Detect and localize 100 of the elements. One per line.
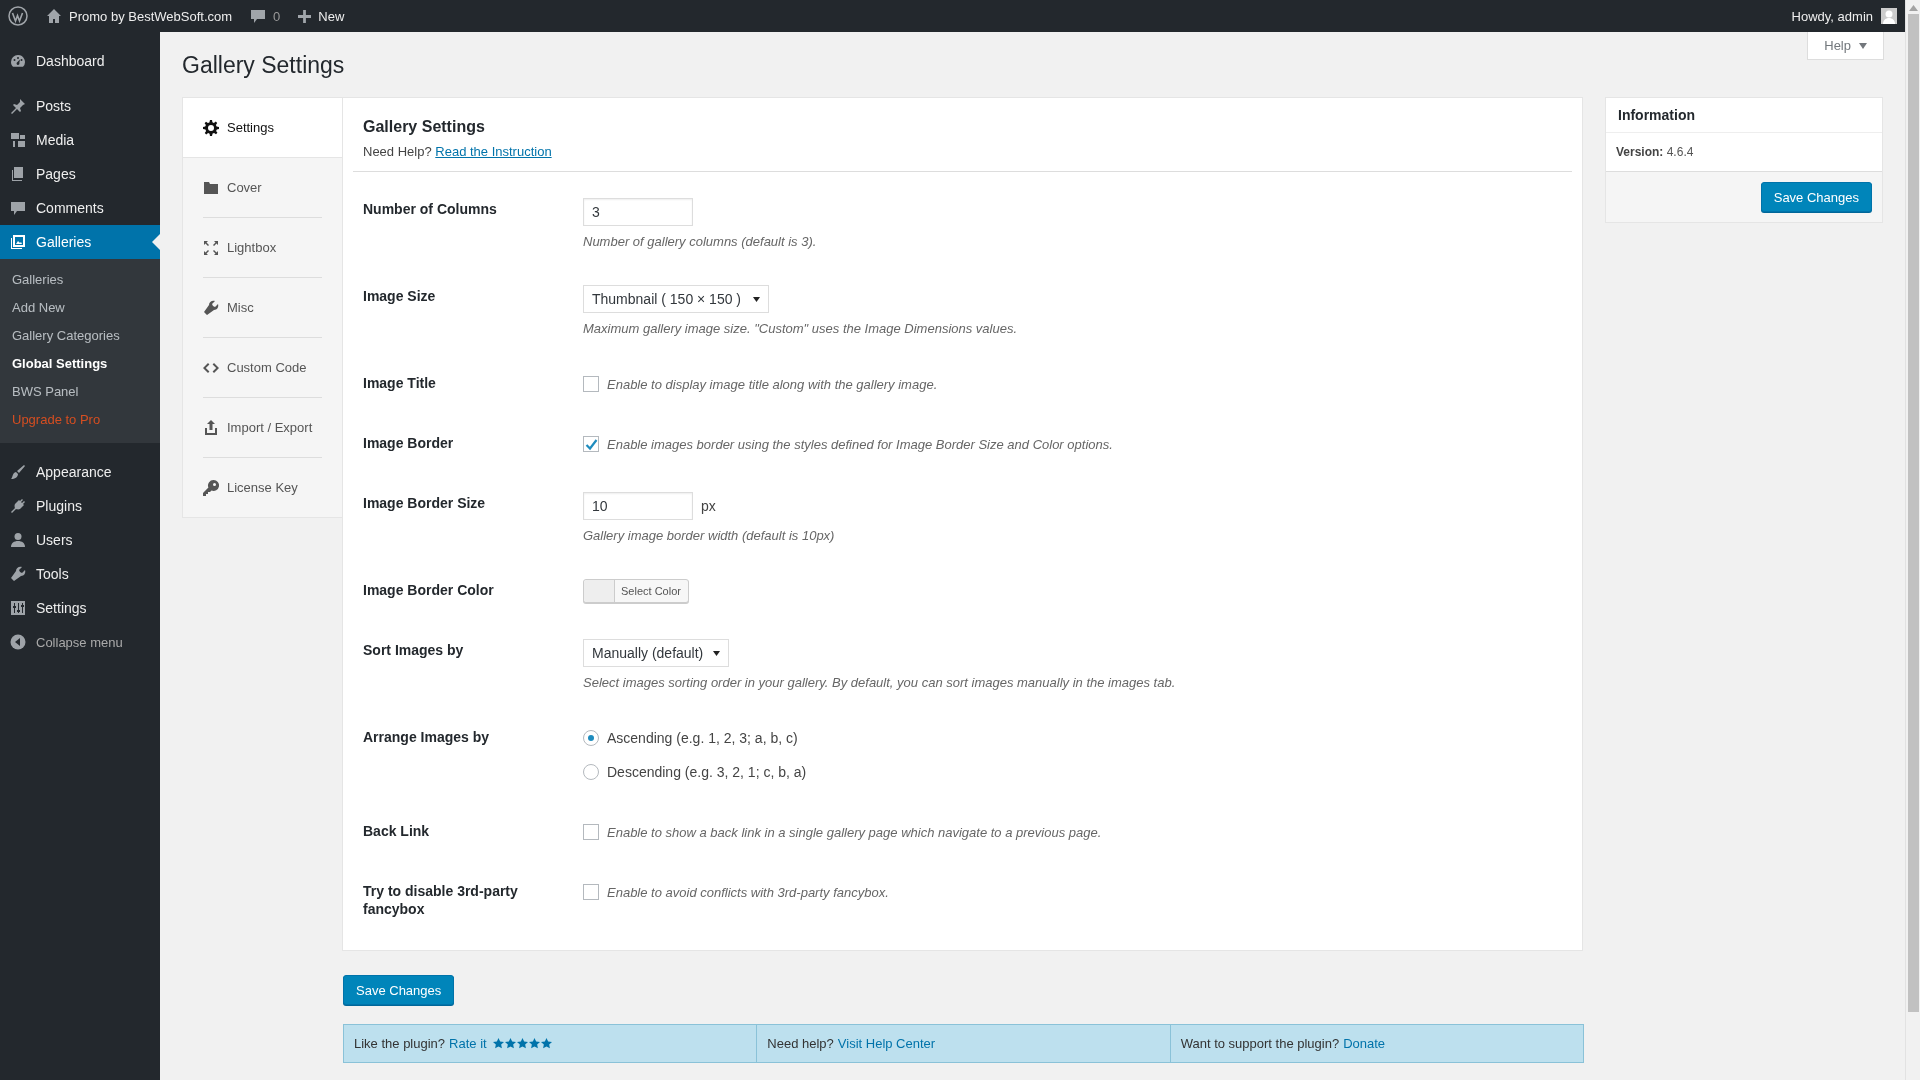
field-description: Gallery image border width (default is 10px) <box>583 528 836 543</box>
number-field[interactable]: 10 <box>583 492 693 520</box>
menu-item[interactable]: Galleries <box>0 225 160 259</box>
brush-icon <box>10 464 26 480</box>
new-link[interactable]: New <box>318 8 345 24</box>
tab[interactable]: License Key <box>203 458 322 517</box>
page-title: Gallery Settings <box>182 51 345 80</box>
rating-stars[interactable] <box>492 1038 552 1050</box>
home-icon[interactable] <box>46 8 62 24</box>
pin-icon <box>10 98 26 114</box>
caret-icon <box>753 296 760 302</box>
help-button[interactable]: Help <box>1807 32 1884 60</box>
submenu-item[interactable]: Add New <box>0 294 160 322</box>
color-swatch[interactable] <box>584 580 615 602</box>
menu-item[interactable]: Appearance <box>0 455 160 489</box>
footer-link[interactable]: Visit Help Center <box>837 1036 936 1052</box>
field-description: Maximum gallery image size. "Custom" uses the Image Dimensions values. <box>583 321 1019 336</box>
tab[interactable]: Misc <box>203 278 322 338</box>
menu-item[interactable]: Users <box>0 523 160 557</box>
checkbox-label: Enable to show a back link in a single gallery page which navigate to a previous page. <box>607 824 1102 840</box>
field-label: Image Border Size <box>362 494 487 513</box>
menu-item[interactable]: Settings <box>0 591 160 625</box>
pages-icon <box>10 166 26 182</box>
settings-icon <box>10 600 26 616</box>
unit-label: px <box>701 498 716 514</box>
key-icon <box>203 479 219 496</box>
star-icon <box>540 1038 552 1050</box>
field-label: Image Border Color <box>362 581 495 600</box>
wordpress-logo-icon[interactable] <box>8 6 28 26</box>
tab[interactable]: Custom Code <box>203 338 322 398</box>
save-button[interactable]: Save Changes <box>343 975 455 1006</box>
plus-icon[interactable] <box>298 9 312 23</box>
help-text: Need Help? Read the Instruction <box>363 144 553 159</box>
save-button[interactable]: Save Changes <box>1760 182 1872 212</box>
footer-text: Like the plugin? <box>354 1036 446 1052</box>
comment-icon <box>10 200 26 216</box>
avatar-icon[interactable] <box>1881 8 1897 24</box>
checkbox[interactable] <box>583 376 599 392</box>
media-icon <box>10 132 26 148</box>
caret-icon <box>713 650 721 656</box>
star-icon <box>516 1038 528 1050</box>
scroll-up-arrow-icon[interactable] <box>1908 5 1918 11</box>
checkbox-label: Enable images border using the styles defined for Image Border Size and Color options. <box>607 436 1113 452</box>
scrollbar-thumb[interactable] <box>1907 14 1919 1012</box>
wrench-icon <box>10 566 26 582</box>
menu-item[interactable]: Tools <box>0 557 160 591</box>
checkbox[interactable] <box>583 824 599 840</box>
site-title-link[interactable]: Promo by BestWebSoft.com <box>69 8 233 24</box>
field-label: Arrange Images by <box>362 728 491 747</box>
tab[interactable]: Lightbox <box>203 218 322 278</box>
menu-item[interactable]: Posts <box>0 89 160 123</box>
select-dropdown[interactable]: Thumbnail ( 150 × 150 ) <box>583 285 769 313</box>
gear-icon <box>203 119 219 136</box>
caret-icon <box>1859 42 1867 49</box>
field-label: Try to disable 3rd-party fancybox <box>362 882 519 920</box>
menu-item[interactable]: Dashboard <box>0 44 160 78</box>
menu-item[interactable]: Media <box>0 123 160 157</box>
instruction-link[interactable]: Read the Instruction <box>435 144 552 159</box>
greeting-link[interactable]: Howdy, admin <box>1791 8 1873 24</box>
radio-button[interactable] <box>583 764 599 780</box>
field-label: Number of Columns <box>362 200 498 219</box>
plug-icon <box>10 498 26 514</box>
menu-item[interactable]: Comments <box>0 191 160 225</box>
number-field[interactable]: 3 <box>583 198 693 226</box>
checkmark-icon <box>584 437 598 451</box>
panel-title: Gallery Settings <box>363 118 486 136</box>
footer-text: Want to support the plugin? <box>1180 1036 1340 1052</box>
field-description: Select images sorting order in your gallery. By default, you can sort images manually in the images tab. <box>583 675 1177 690</box>
collapse-icon <box>10 634 26 650</box>
select-dropdown[interactable]: Manually (default) <box>583 639 730 667</box>
folder-icon <box>203 179 219 196</box>
tab[interactable]: Import / Export <box>203 398 322 458</box>
field-label: Sort Images by <box>362 641 465 660</box>
user-icon <box>10 532 26 548</box>
color-picker-button[interactable]: Select Color <box>583 579 689 603</box>
field-label: Image Size <box>362 287 437 306</box>
submenu-item[interactable]: Global Settings <box>0 350 160 378</box>
submenu-item[interactable]: Gallery Categories <box>0 322 160 350</box>
radio-button[interactable] <box>583 730 599 746</box>
star-icon <box>492 1038 504 1050</box>
checkbox[interactable] <box>583 436 599 452</box>
tab[interactable]: Settings <box>183 98 343 158</box>
radio-label: Descending (e.g. 3, 2, 1; c, b, a) <box>607 764 807 780</box>
submenu-item[interactable]: Galleries <box>0 266 160 294</box>
expand-arrows-icon <box>203 239 219 256</box>
field-label: Back Link <box>362 822 431 841</box>
menu-item[interactable]: Pages <box>0 157 160 191</box>
comment-count[interactable]: 0 <box>273 8 281 24</box>
footer-link[interactable]: Donate <box>1343 1036 1386 1052</box>
tab[interactable]: Cover <box>203 158 322 218</box>
submenu-item[interactable]: BWS Panel <box>0 378 160 406</box>
collapse-menu-button[interactable]: Collapse menu <box>0 625 160 659</box>
star-icon <box>504 1038 516 1050</box>
checkbox[interactable] <box>583 884 599 900</box>
footer-link[interactable]: Rate it <box>449 1036 487 1052</box>
scrollbar[interactable] <box>1905 0 1920 1080</box>
field-description: Number of gallery columns (default is 3). <box>583 234 818 249</box>
menu-item[interactable]: Plugins <box>0 489 160 523</box>
comment-icon[interactable] <box>250 8 267 24</box>
dashboard-icon <box>10 53 26 69</box>
